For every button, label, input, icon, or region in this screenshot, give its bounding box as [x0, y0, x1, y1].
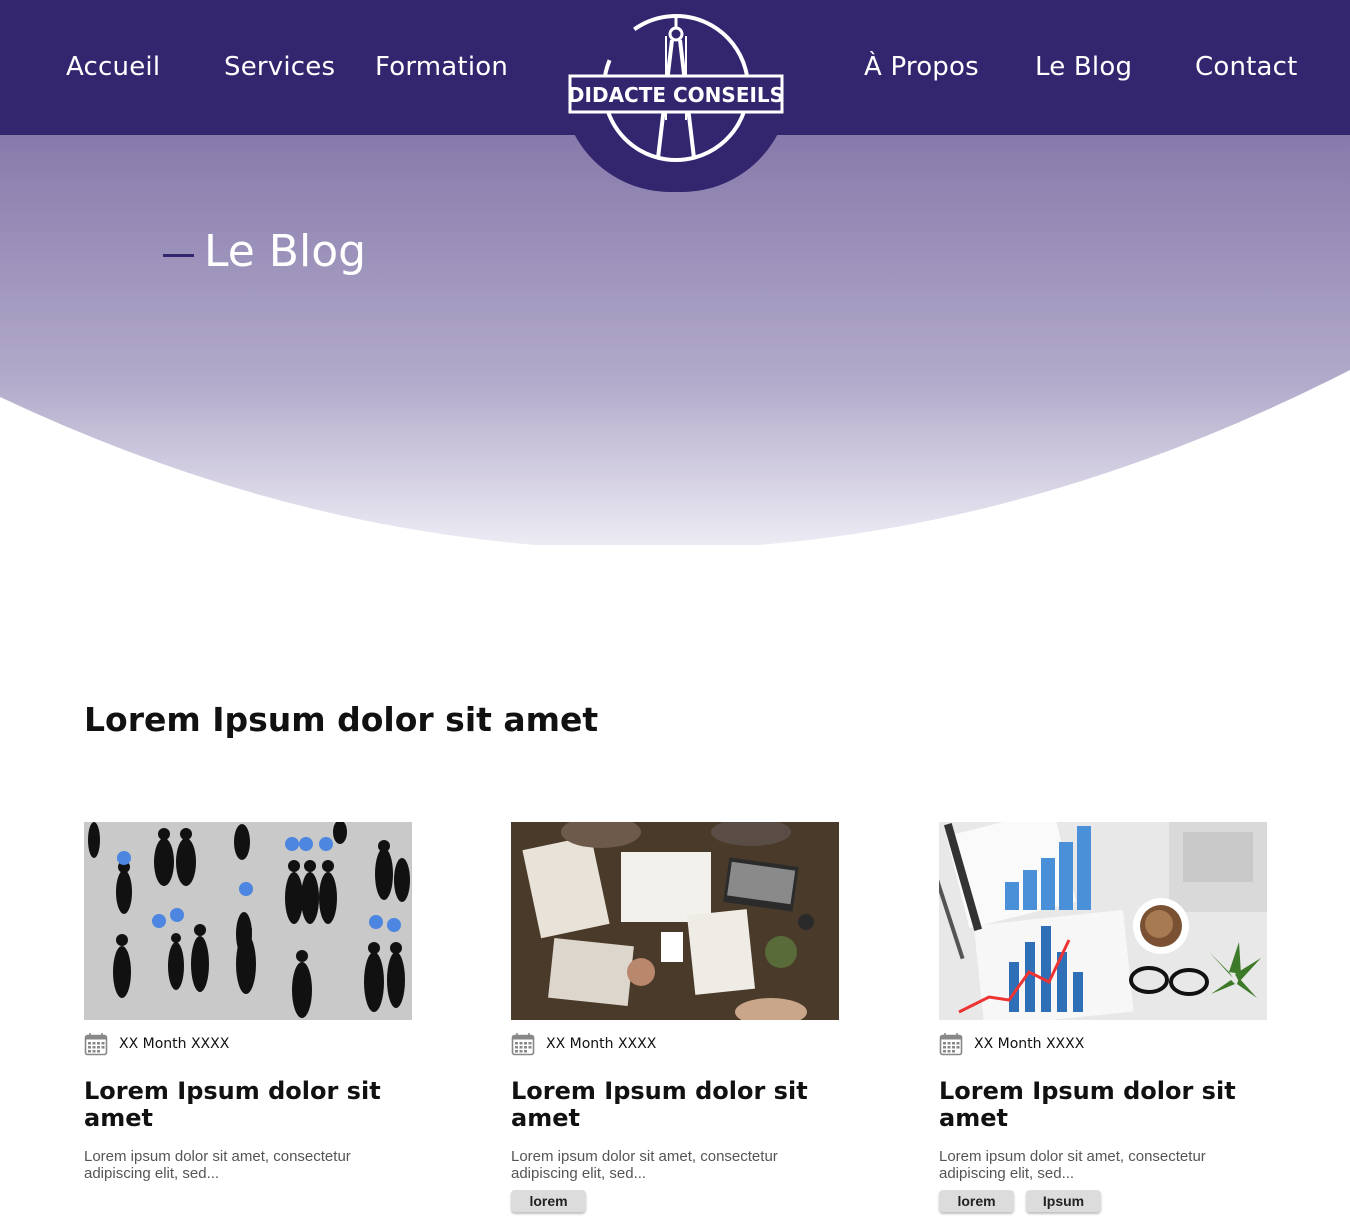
- page-title: Le Blog: [163, 226, 366, 277]
- nav-services[interactable]: Services: [224, 52, 335, 82]
- calendar-icon: [511, 1033, 535, 1056]
- site-logo[interactable]: DIDACTE CONSEILS: [562, 0, 790, 192]
- nav-a-propos[interactable]: À Propos: [864, 52, 979, 82]
- hero-background: [0, 135, 1350, 545]
- post-date: XX Month XXXX: [511, 1032, 841, 1056]
- post-image[interactable]: [511, 822, 839, 1020]
- nav-contact[interactable]: Contact: [1195, 52, 1298, 82]
- hero-banner: [0, 135, 1350, 545]
- post-excerpt: Lorem ipsum dolor sit amet, consectetur …: [511, 1148, 778, 1182]
- tag-lorem[interactable]: lorem: [939, 1190, 1014, 1212]
- calendar-icon: [939, 1033, 963, 1056]
- tag-ipsum[interactable]: Ipsum: [1026, 1190, 1101, 1212]
- post-title[interactable]: Lorem Ipsum dolor sit amet: [511, 1078, 811, 1132]
- blog-card[interactable]: XX Month XXXX Lorem Ipsum dolor sit amet…: [939, 822, 1269, 1212]
- blog-card[interactable]: XX Month XXXX Lorem Ipsum dolor sit amet…: [511, 822, 841, 1212]
- compass-logo-icon: DIDACTE CONSEILS: [568, 14, 784, 162]
- post-title[interactable]: Lorem Ipsum dolor sit amet: [84, 1078, 384, 1132]
- post-date-text: XX Month XXXX: [974, 1036, 1085, 1052]
- post-excerpt: Lorem ipsum dolor sit amet, consectetur …: [939, 1148, 1206, 1182]
- title-dash: [163, 254, 194, 257]
- post-date-text: XX Month XXXX: [546, 1036, 657, 1052]
- calendar-icon: [84, 1033, 108, 1056]
- post-tags: lorem: [511, 1190, 841, 1212]
- post-image[interactable]: [84, 822, 412, 1020]
- post-title[interactable]: Lorem Ipsum dolor sit amet: [939, 1078, 1239, 1132]
- nav-accueil[interactable]: Accueil: [66, 52, 160, 82]
- blog-card[interactable]: XX Month XXXX Lorem Ipsum dolor sit amet…: [84, 822, 414, 1182]
- post-date-text: XX Month XXXX: [119, 1036, 230, 1052]
- page-title-text: Le Blog: [204, 226, 367, 277]
- post-tags: lorem Ipsum: [939, 1190, 1269, 1212]
- post-image[interactable]: [939, 822, 1267, 1020]
- post-excerpt: Lorem ipsum dolor sit amet, consectetur …: [84, 1148, 351, 1182]
- logo-text: DIDACTE CONSEILS: [568, 83, 784, 107]
- post-date: XX Month XXXX: [84, 1032, 414, 1056]
- nav-le-blog[interactable]: Le Blog: [1035, 52, 1132, 82]
- section-title: Lorem Ipsum dolor sit amet: [84, 700, 599, 739]
- nav-formation[interactable]: Formation: [375, 52, 508, 82]
- tag-lorem[interactable]: lorem: [511, 1190, 586, 1212]
- post-date: XX Month XXXX: [939, 1032, 1269, 1056]
